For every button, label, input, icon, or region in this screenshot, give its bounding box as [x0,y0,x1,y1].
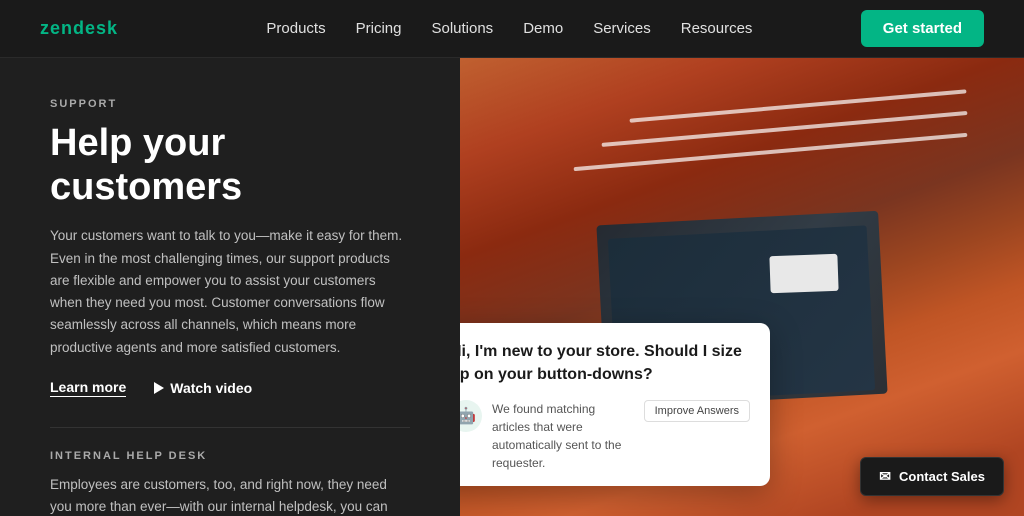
watch-video-label: Watch video [170,380,252,396]
chat-question: Hi, I'm new to your store. Should I size… [460,341,750,386]
hero-description: Your customers want to talk to you—make … [50,225,410,359]
chat-response: 🤖 We found matching articles that were a… [460,400,750,472]
nav-item-pricing[interactable]: Pricing [356,20,402,37]
nav-links: Products Pricing Solutions Demo Services… [158,20,861,37]
hero-image: Hi, I'm new to your store. Should I size… [460,58,1024,516]
left-panel: SUPPORT Help your customers Your custome… [0,58,460,516]
hero-heading: Help your customers [50,122,410,209]
chat-avatar: 🤖 [460,400,482,432]
chat-response-text: We found matching articles that were aut… [492,400,626,472]
nav-item-solutions[interactable]: Solutions [431,20,493,37]
nav-item-services[interactable]: Services [593,20,651,37]
bot-icon: 🤖 [460,406,476,426]
navbar: zendesk Products Pricing Solutions Demo … [0,0,1024,58]
nav-item-products[interactable]: Products [266,20,325,37]
support-section-label: SUPPORT [50,98,410,110]
email-icon: ✉ [879,468,891,485]
improve-answers-button[interactable]: Improve Answers [644,400,750,422]
watch-video-button[interactable]: Watch video [154,380,252,396]
main-content: SUPPORT Help your customers Your custome… [0,58,1024,516]
contact-sales-button[interactable]: ✉ Contact Sales [860,457,1004,496]
nav-item-demo[interactable]: Demo [523,20,563,37]
chat-widget: Hi, I'm new to your store. Should I size… [460,323,770,486]
right-panel: Hi, I'm new to your store. Should I size… [460,58,1024,516]
hero-learn-more-link[interactable]: Learn more [50,379,126,397]
get-started-button[interactable]: Get started [861,10,984,47]
internal-description: Employees are customers, too, and right … [50,474,410,516]
nav-item-resources[interactable]: Resources [681,20,753,37]
hero-actions: Learn more Watch video [50,379,410,397]
section-divider [50,427,410,428]
internal-section-label: INTERNAL HELP DESK [50,450,410,462]
play-icon [154,382,164,394]
brand-logo: zendesk [40,18,118,39]
contact-sales-label: Contact Sales [899,469,985,484]
